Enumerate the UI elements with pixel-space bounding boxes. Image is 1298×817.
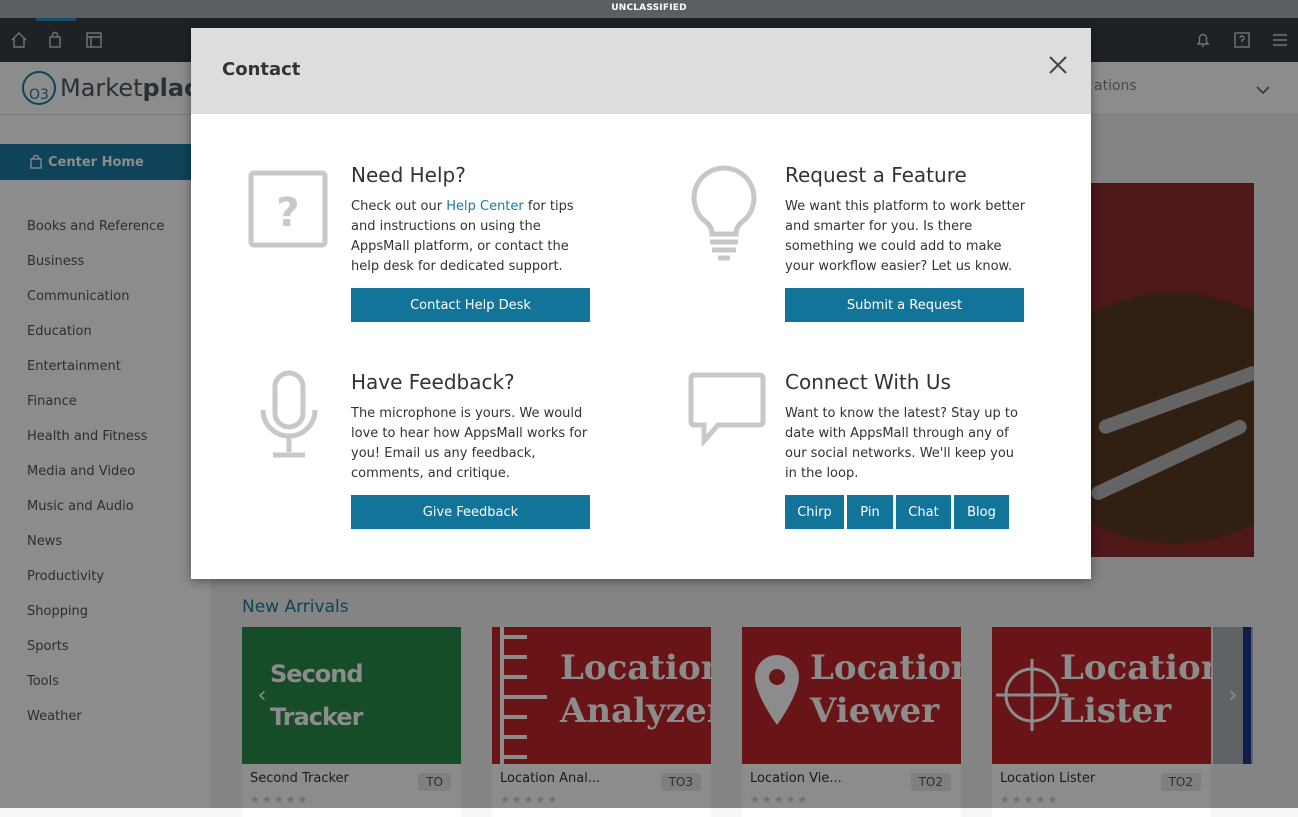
- close-icon[interactable]: [1046, 53, 1070, 77]
- connect-text: Want to know the latest? Stay up to date…: [785, 406, 1018, 481]
- request-feature-title: Request a Feature: [785, 163, 967, 187]
- connect-title: Connect With Us: [785, 370, 951, 394]
- request-feature-text: We want this platform to work better and…: [785, 199, 1026, 274]
- have-feedback-text: The microphone is yours. We would love t…: [351, 406, 588, 481]
- classification-banner: UNCLASSIFIED: [0, 0, 1298, 18]
- contact-help-desk-button[interactable]: Contact Help Desk: [351, 288, 590, 322]
- submit-request-button[interactable]: Submit a Request: [785, 288, 1024, 322]
- help-center-link[interactable]: Help Center: [446, 199, 524, 214]
- pin-button[interactable]: Pin: [847, 495, 893, 529]
- have-feedback-title: Have Feedback?: [351, 370, 515, 394]
- question-box-icon: ?: [248, 170, 328, 248]
- modal-title: Contact: [222, 59, 301, 80]
- microphone-icon: [260, 370, 318, 458]
- svg-text:?: ?: [276, 190, 299, 236]
- need-help-text-a: Check out our: [351, 199, 447, 214]
- contact-modal: Contact ? Need Help? Check out our Help …: [191, 28, 1091, 579]
- give-feedback-button[interactable]: Give Feedback: [351, 495, 590, 529]
- chat-button[interactable]: Chat: [896, 495, 951, 529]
- chirp-button[interactable]: Chirp: [785, 495, 844, 529]
- blog-button[interactable]: Blog: [954, 495, 1009, 529]
- need-help-title: Need Help?: [351, 163, 466, 187]
- need-help-text: Check out our Help Center for tips and i…: [351, 197, 596, 277]
- lightbulb-icon: [691, 165, 757, 261]
- modal-header: Contact: [191, 28, 1091, 114]
- speech-bubble-icon: [688, 372, 766, 446]
